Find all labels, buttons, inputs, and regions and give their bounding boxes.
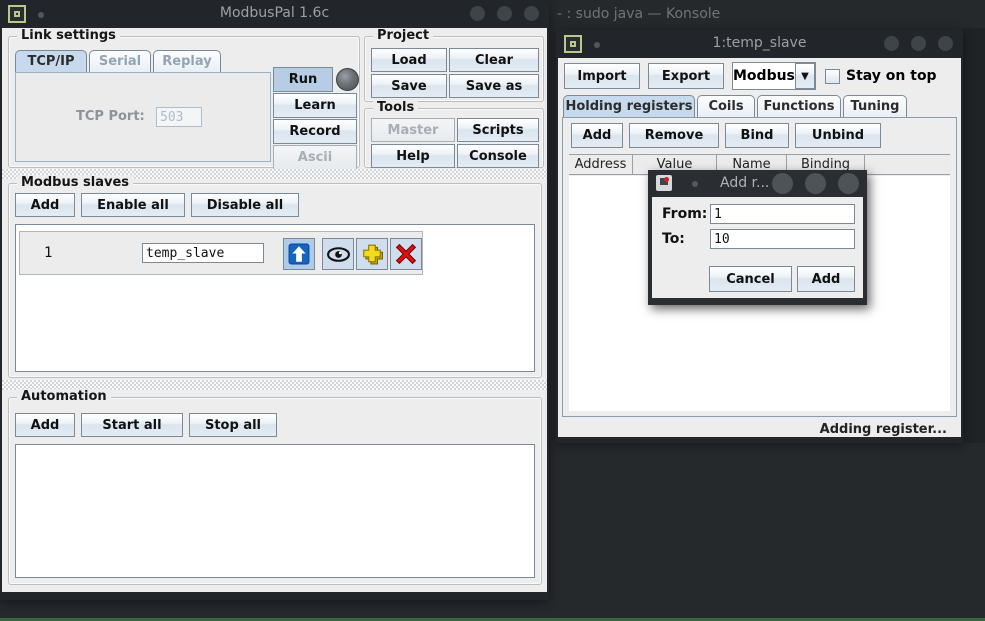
- modbus-slaves-group: Modbus slaves Add Enable all Disable all…: [8, 183, 542, 378]
- tcp-port-field[interactable]: 503: [156, 107, 202, 127]
- slave-name-field[interactable]: temp_slave: [142, 243, 264, 263]
- automation-group: Automation Add Start all Stop all: [8, 397, 542, 585]
- delete-x-icon: [395, 243, 417, 265]
- tcp-port-label: TCP Port:: [76, 109, 145, 124]
- register-remove-button[interactable]: Remove: [629, 123, 719, 148]
- tab-functions[interactable]: Functions: [757, 95, 841, 117]
- tab-replay[interactable]: Replay: [153, 50, 221, 72]
- dialog-close-button[interactable]: [838, 173, 859, 194]
- project-title: Project: [373, 28, 433, 43]
- chevron-down-icon: ▼: [795, 63, 815, 89]
- implementation-combobox[interactable]: Modbus ▼: [732, 62, 816, 90]
- konsole-background: [963, 28, 985, 443]
- dialog-add-button[interactable]: Add: [797, 266, 855, 292]
- main-titlebar[interactable]: ModbusPal 1.6c: [0, 0, 549, 28]
- slave-enable-toggle[interactable]: [283, 238, 315, 270]
- dialog-title: Add r...: [720, 175, 769, 191]
- status-text: Adding register...: [820, 422, 947, 437]
- main-window-body: Link settings TCP/IP Serial Replay TCP P…: [2, 28, 547, 592]
- register-unbind-button[interactable]: Unbind: [795, 123, 881, 148]
- save-as-button[interactable]: Save as: [449, 74, 539, 98]
- disable-all-button[interactable]: Disable all: [191, 193, 299, 217]
- from-field[interactable]: 1: [710, 204, 855, 224]
- plus-icon: [361, 243, 383, 265]
- stay-on-top-label: Stay on top: [846, 68, 937, 84]
- master-button[interactable]: Master: [371, 118, 455, 142]
- slave-row[interactable]: 1 temp_slave: [19, 231, 423, 275]
- add-registers-dialog: Add r... From: 1 To: 10 Cancel Add: [648, 170, 867, 305]
- tab-tuning[interactable]: Tuning: [843, 95, 907, 117]
- column-header-address[interactable]: Address: [569, 155, 633, 174]
- close-button[interactable]: [938, 36, 953, 51]
- konsole-window-title: - : sudo java — Konsole: [557, 6, 720, 22]
- automation-add-button[interactable]: Add: [15, 413, 75, 437]
- slave-add-button[interactable]: Add: [15, 193, 75, 217]
- from-label: From:: [662, 206, 707, 222]
- scripts-button[interactable]: Scripts: [457, 118, 539, 142]
- learn-button[interactable]: Learn: [273, 93, 357, 118]
- modbuspal-main-window: ModbusPal 1.6c Link settings TCP/IP Seri…: [0, 0, 549, 600]
- combobox-value: Modbus: [733, 63, 795, 89]
- main-window-title: ModbusPal 1.6c: [0, 5, 549, 21]
- link-settings-title: Link settings: [17, 28, 120, 43]
- import-button[interactable]: Import: [564, 63, 640, 89]
- help-button[interactable]: Help: [371, 144, 455, 168]
- slave-titlebar[interactable]: 1:temp_slave: [556, 30, 963, 58]
- record-button[interactable]: Record: [273, 119, 357, 144]
- slave-list: 1 temp_slave: [15, 224, 535, 372]
- to-label: To:: [662, 231, 685, 247]
- clear-button[interactable]: Clear: [449, 48, 539, 72]
- tools-title: Tools: [373, 100, 418, 115]
- column-header-filler: [865, 155, 950, 174]
- dialog-cancel-button[interactable]: Cancel: [709, 266, 792, 292]
- register-add-button[interactable]: Add: [571, 123, 623, 148]
- link-settings-group: Link settings TCP/IP Serial Replay TCP P…: [8, 36, 360, 168]
- enable-all-button[interactable]: Enable all: [81, 193, 185, 217]
- dialog-body: From: 1 To: 10 Cancel Add: [652, 197, 863, 298]
- ascii-button[interactable]: Ascii: [273, 145, 357, 170]
- project-group: Project Load Clear Save Save as: [364, 36, 544, 102]
- slave-id: 1: [44, 245, 52, 261]
- tab-holding-registers[interactable]: Holding registers: [563, 95, 695, 117]
- to-field[interactable]: 10: [710, 229, 855, 249]
- maximize-button[interactable]: [497, 6, 512, 21]
- tab-coils[interactable]: Coils: [697, 95, 755, 117]
- start-all-button[interactable]: Start all: [81, 413, 183, 437]
- save-button[interactable]: Save: [371, 74, 447, 98]
- slave-delete-button[interactable]: [390, 238, 422, 270]
- link-status-led-icon: [336, 68, 359, 91]
- tools-group: Tools Master Scripts Help Console: [364, 108, 544, 168]
- dialog-menu-dot-icon: [692, 181, 698, 187]
- maximize-button[interactable]: [911, 36, 926, 51]
- automation-list: [15, 444, 535, 578]
- close-button[interactable]: [524, 6, 539, 21]
- slave-view-button[interactable]: [322, 238, 354, 270]
- load-button[interactable]: Load: [371, 48, 447, 72]
- export-button[interactable]: Export: [648, 63, 724, 89]
- dialog-titlebar[interactable]: Add r...: [648, 170, 867, 197]
- tab-tcpip[interactable]: TCP/IP: [15, 50, 87, 72]
- dialog-maximize-button[interactable]: [805, 173, 826, 194]
- console-button[interactable]: Console: [457, 144, 539, 168]
- run-button[interactable]: Run: [273, 67, 333, 92]
- eye-icon: [326, 247, 351, 262]
- stay-on-top-checkbox[interactable]: [825, 69, 840, 84]
- tab-serial[interactable]: Serial: [89, 50, 151, 72]
- automation-title: Automation: [17, 389, 111, 404]
- up-arrow-icon: [288, 243, 310, 265]
- stop-all-button[interactable]: Stop all: [189, 413, 277, 437]
- slave-duplicate-button[interactable]: [356, 238, 388, 270]
- tcpip-tab-panel: TCP Port: 503: [15, 72, 271, 162]
- modbus-slaves-title: Modbus slaves: [17, 175, 133, 190]
- dialog-app-icon: [656, 175, 672, 191]
- minimize-button[interactable]: [884, 36, 899, 51]
- register-bind-button[interactable]: Bind: [725, 123, 789, 148]
- minimize-button[interactable]: [470, 6, 485, 21]
- dialog-minimize-button[interactable]: [772, 173, 793, 194]
